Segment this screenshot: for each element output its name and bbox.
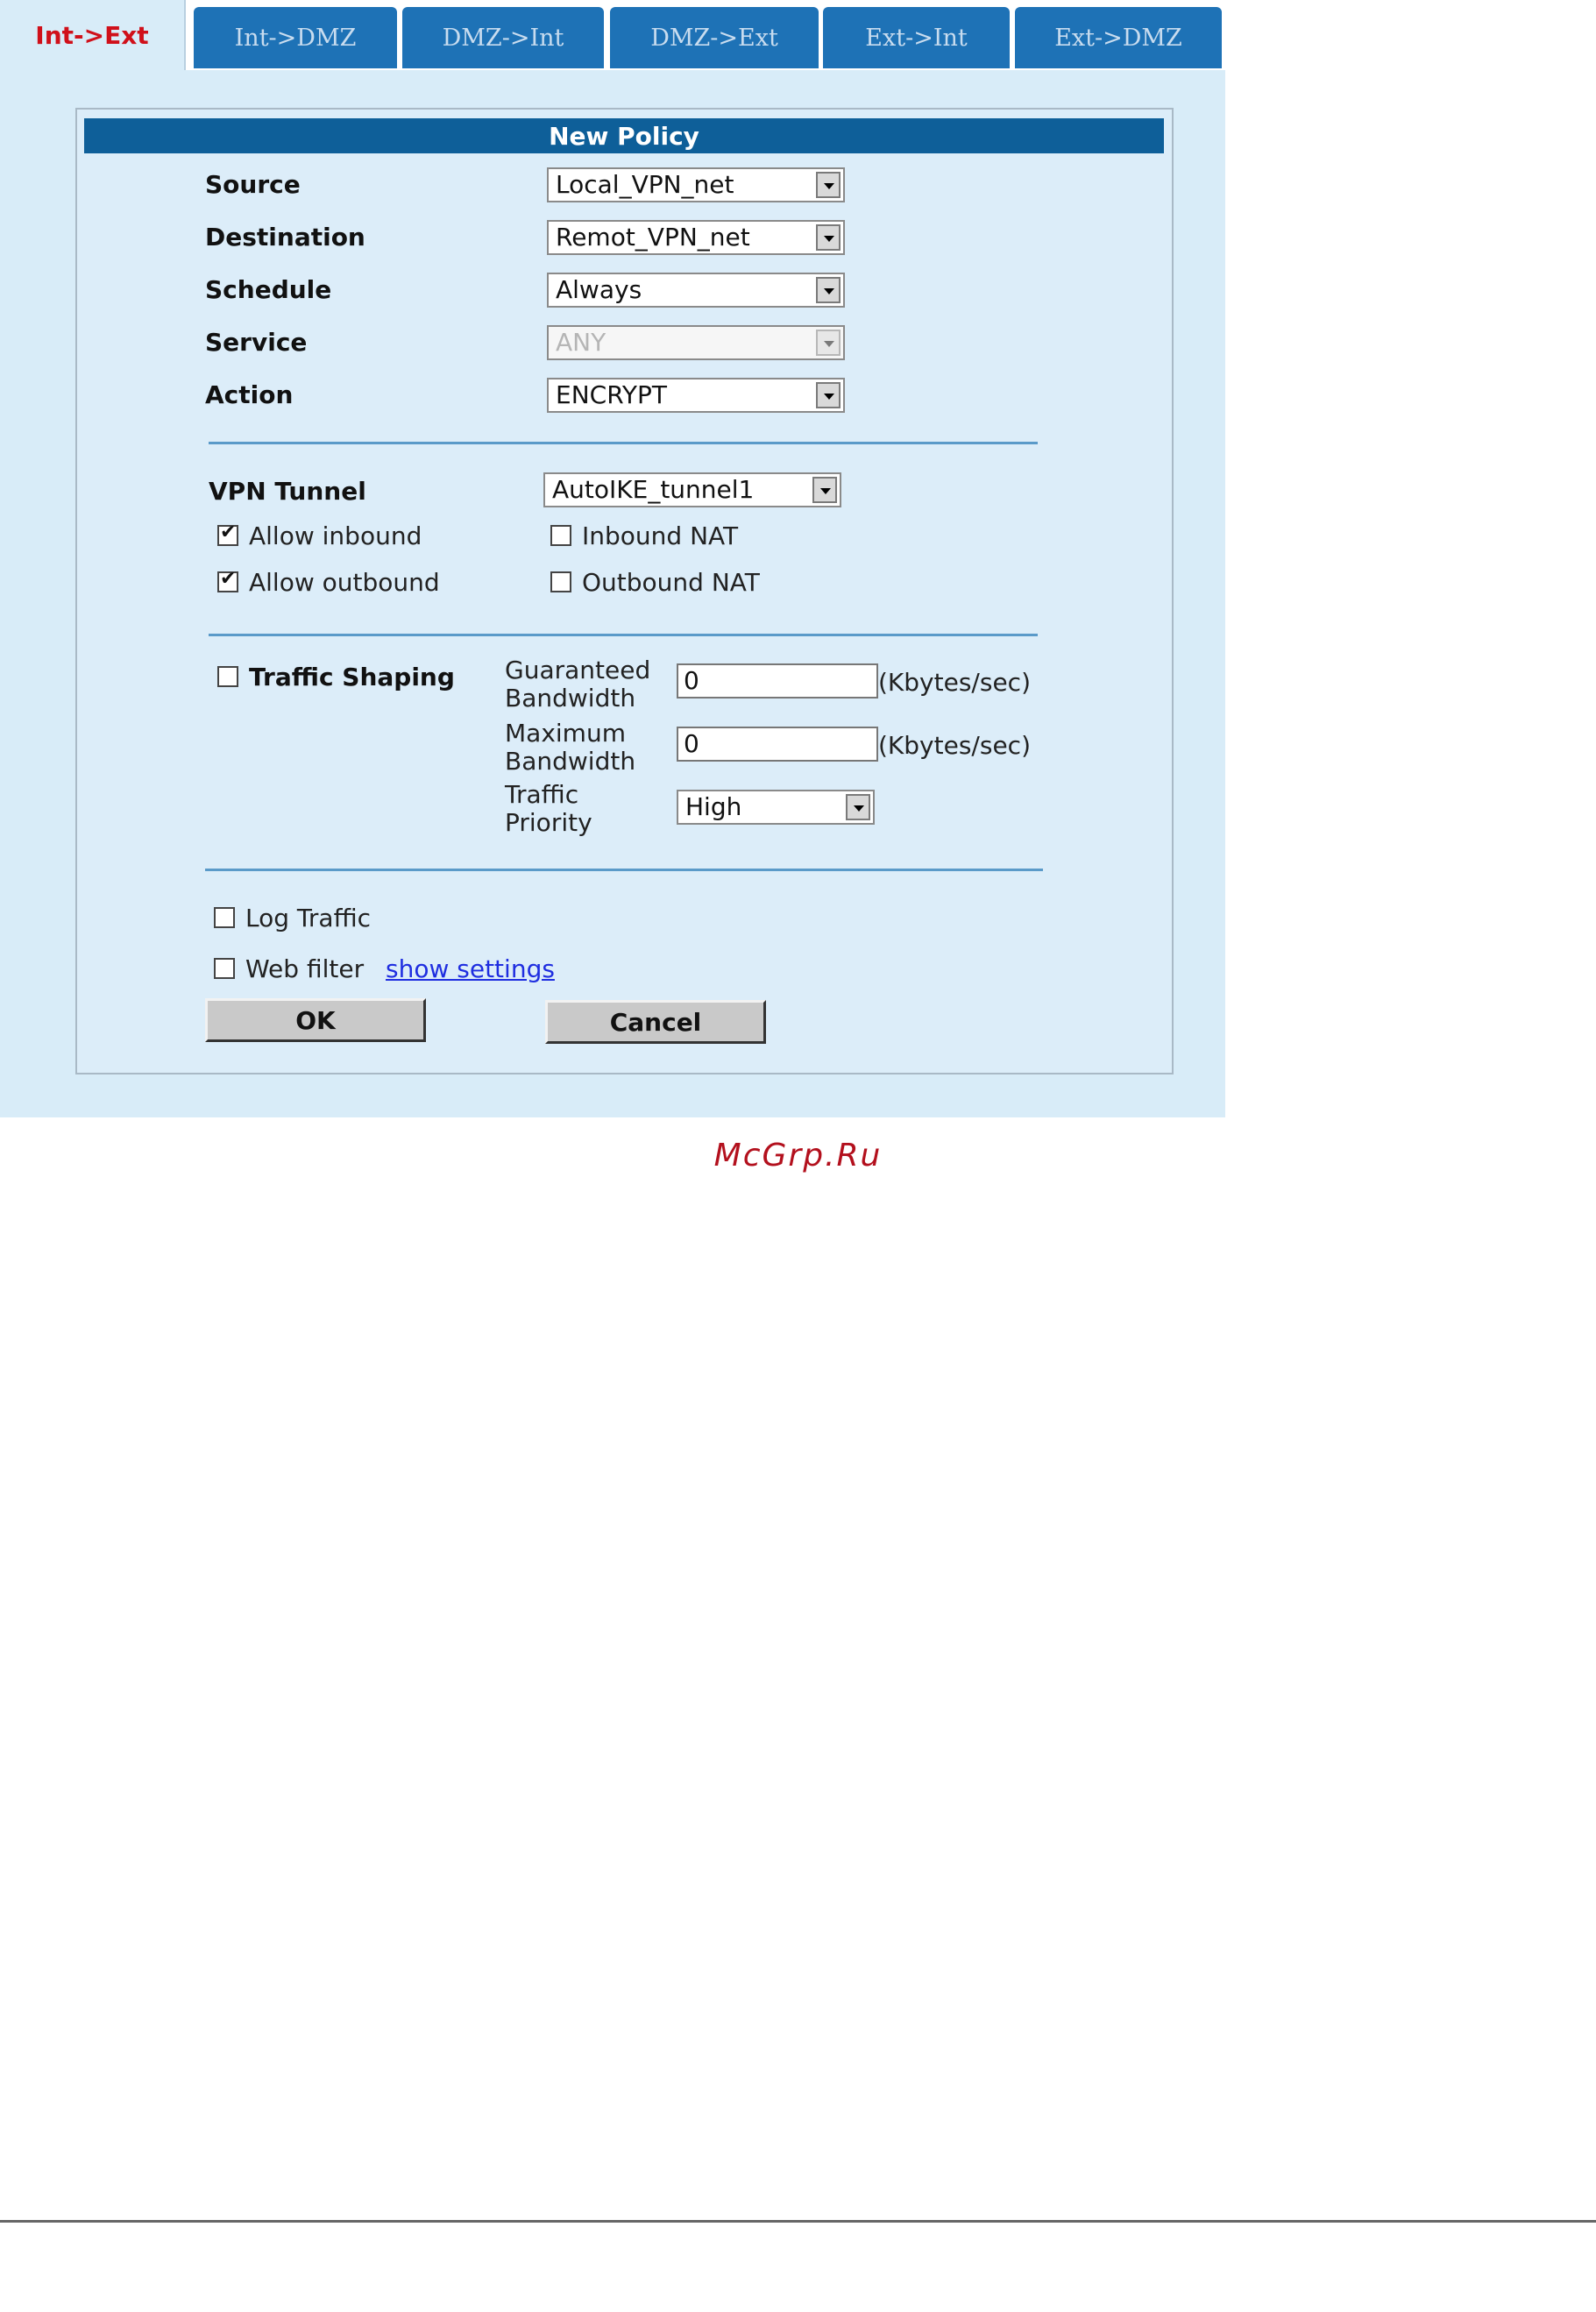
- schedule-value: Always: [556, 275, 642, 304]
- allow-inbound-label: Allow inbound: [249, 521, 422, 550]
- schedule-select[interactable]: Always: [547, 273, 845, 308]
- traffic-shaping-checkbox[interactable]: [217, 666, 238, 687]
- dropdown-arrow-icon: [816, 330, 841, 356]
- source-select[interactable]: Local_VPN_net: [547, 167, 845, 202]
- traffic-priority-value: High: [685, 792, 742, 821]
- destination-value: Remot_VPN_net: [556, 223, 750, 252]
- tab-ext-int[interactable]: Ext->Int: [823, 7, 1010, 68]
- vpn-tunnel-label: VPN Tunnel: [209, 477, 366, 506]
- web-filter-checkbox[interactable]: [214, 958, 235, 979]
- service-value: ANY: [556, 328, 606, 357]
- allow-outbound-checkbox[interactable]: [217, 568, 238, 592]
- inbound-nat-label: Inbound NAT: [582, 521, 739, 550]
- maximum-bandwidth-label: Maximum Bandwidth: [505, 719, 636, 776]
- traffic-shaping-label: Traffic Shaping: [249, 663, 455, 691]
- tab-dmz-int[interactable]: DMZ->Int: [402, 7, 604, 68]
- tab-int-dmz[interactable]: Int->DMZ: [194, 7, 397, 68]
- log-traffic-label: Log Traffic: [245, 904, 372, 933]
- guaranteed-bandwidth-label: Guaranteed Bandwidth: [505, 656, 651, 713]
- vpn-tunnel-value: AutoIKE_tunnel1: [552, 475, 755, 504]
- show-settings-link[interactable]: show settings: [386, 955, 555, 983]
- dropdown-arrow-icon: [846, 794, 870, 820]
- ok-button[interactable]: OK: [205, 998, 426, 1042]
- destination-select[interactable]: Remot_VPN_net: [547, 220, 845, 255]
- guaranteed-bandwidth-input[interactable]: 0: [677, 663, 878, 699]
- tab-dmz-ext[interactable]: DMZ->Ext: [610, 7, 819, 68]
- source-value: Local_VPN_net: [556, 170, 734, 199]
- outbound-nat-checkbox[interactable]: [550, 571, 571, 592]
- divider: [209, 442, 1038, 444]
- tab-strip: Int->Ext Int->DMZ DMZ->Int DMZ->Ext Ext-…: [0, 0, 1225, 70]
- tab-ext-dmz[interactable]: Ext->DMZ: [1015, 7, 1222, 68]
- new-policy-title: New Policy: [84, 118, 1164, 153]
- destination-label: Destination: [205, 223, 365, 252]
- cancel-button[interactable]: Cancel: [545, 1000, 766, 1044]
- policy-panel: Int->Ext Int->DMZ DMZ->Int DMZ->Ext Ext-…: [0, 0, 1225, 1117]
- service-select: ANY: [547, 325, 845, 360]
- log-traffic-checkbox[interactable]: [214, 907, 235, 928]
- schedule-label: Schedule: [205, 275, 332, 304]
- dropdown-arrow-icon: [816, 382, 841, 408]
- vpn-tunnel-select[interactable]: AutoIKE_tunnel1: [543, 472, 841, 507]
- page-bottom-rule: [0, 2220, 1596, 2223]
- traffic-priority-label: Traffic Priority: [505, 780, 592, 837]
- dropdown-arrow-icon: [812, 477, 837, 503]
- dropdown-arrow-icon: [816, 172, 841, 198]
- inbound-nat-checkbox[interactable]: [550, 525, 571, 546]
- action-label: Action: [205, 380, 294, 409]
- divider: [205, 869, 1043, 871]
- dropdown-arrow-icon: [816, 224, 841, 251]
- service-label: Service: [205, 328, 308, 357]
- divider: [209, 634, 1038, 636]
- web-filter-label: Web filter: [245, 954, 365, 983]
- allow-inbound-checkbox[interactable]: [217, 521, 238, 546]
- action-value: ENCRYPT: [556, 380, 667, 409]
- tab-int-ext[interactable]: Int->Ext: [0, 0, 186, 70]
- action-select[interactable]: ENCRYPT: [547, 378, 845, 413]
- guaranteed-unit-label: (Kbytes/sec): [878, 668, 1031, 697]
- outbound-nat-label: Outbound NAT: [582, 568, 760, 597]
- source-label: Source: [205, 170, 301, 199]
- traffic-priority-select[interactable]: High: [677, 790, 875, 825]
- watermark-text: McGrp.Ru: [713, 1138, 883, 1174]
- allow-outbound-label: Allow outbound: [249, 568, 440, 597]
- maximum-bandwidth-input[interactable]: 0: [677, 727, 878, 762]
- new-policy-box: New Policy Source Local_VPN_net Destinat…: [75, 108, 1174, 1074]
- maximum-unit-label: (Kbytes/sec): [878, 731, 1031, 760]
- dropdown-arrow-icon: [816, 277, 841, 303]
